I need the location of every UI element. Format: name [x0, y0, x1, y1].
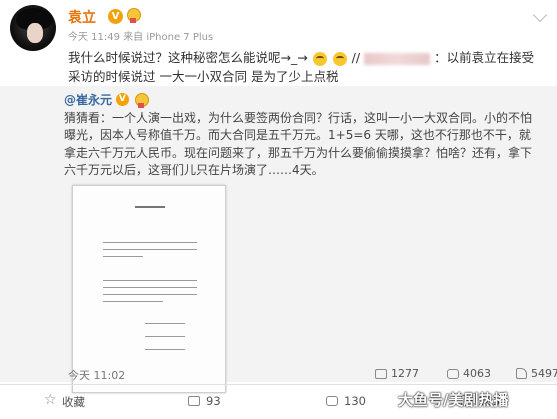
comment-icon[interactable] [326, 396, 338, 406]
repost-text: @崔永元 V 猜猜看：一个人演一出戏，为什么要签两份合同？行话，这叫一小一大双合… [64, 92, 534, 180]
repost-body: 猜猜看：一个人演一出戏，为什么要签两份合同？行话，这叫一小一大双合同。小的不怕曝… [64, 110, 533, 178]
share-icon[interactable] [188, 396, 200, 406]
repost-like-count[interactable]: 5497 [531, 367, 557, 380]
post-text-line1a: 我什么时候说过？这种秘密怎么能说呢→_→ [68, 50, 308, 65]
repost-share-count[interactable]: 1277 [391, 367, 419, 380]
post-text-line2: 采访的时候说过 一大一小双合同 是为了少上点税 [68, 69, 339, 84]
post-content: 我什么时候说过？这种秘密怎么能说呢→_→ // ：以前袁立在接受 采访的时候说过… [68, 48, 548, 86]
blurred-username [364, 52, 431, 65]
emoji-icon [332, 51, 347, 66]
chevron-down-icon[interactable] [532, 7, 548, 23]
repost-time: 今天 11:02 [68, 369, 126, 382]
watermark: 大鱼号/美剧热播 [398, 391, 509, 409]
share-count[interactable]: 93 [206, 394, 221, 408]
divider [0, 384, 557, 385]
medal-icon [133, 93, 149, 108]
avatar[interactable] [10, 5, 56, 51]
share-icon[interactable] [375, 369, 387, 379]
comment-icon[interactable] [447, 369, 459, 379]
verified-badge-icon: V [108, 9, 123, 24]
post-text-separator: // [351, 50, 361, 65]
star-icon[interactable]: ☆ [44, 393, 58, 407]
username[interactable]: 袁立 [68, 7, 96, 27]
post-meta: 今天 11:49 来自 iPhone 7 Plus [68, 32, 214, 43]
repost-comment-count[interactable]: 4063 [463, 367, 491, 380]
repost-card[interactable]: @崔永元 V 猜猜看：一个人演一出戏，为什么要签两份合同？行话，这叫一小一大双合… [0, 86, 557, 393]
repost-handle[interactable]: @崔永元 [64, 93, 112, 107]
verified-badge-icon: V [115, 93, 129, 106]
post-text-line1c: ：以前袁立在接受 [434, 50, 535, 65]
like-icon[interactable] [516, 368, 527, 379]
comment-count[interactable]: 130 [344, 394, 366, 408]
favorite-button[interactable]: 收藏 [62, 394, 85, 410]
contract-image[interactable] [72, 185, 226, 393]
medal-icon [125, 8, 141, 23]
emoji-icon [312, 51, 327, 66]
